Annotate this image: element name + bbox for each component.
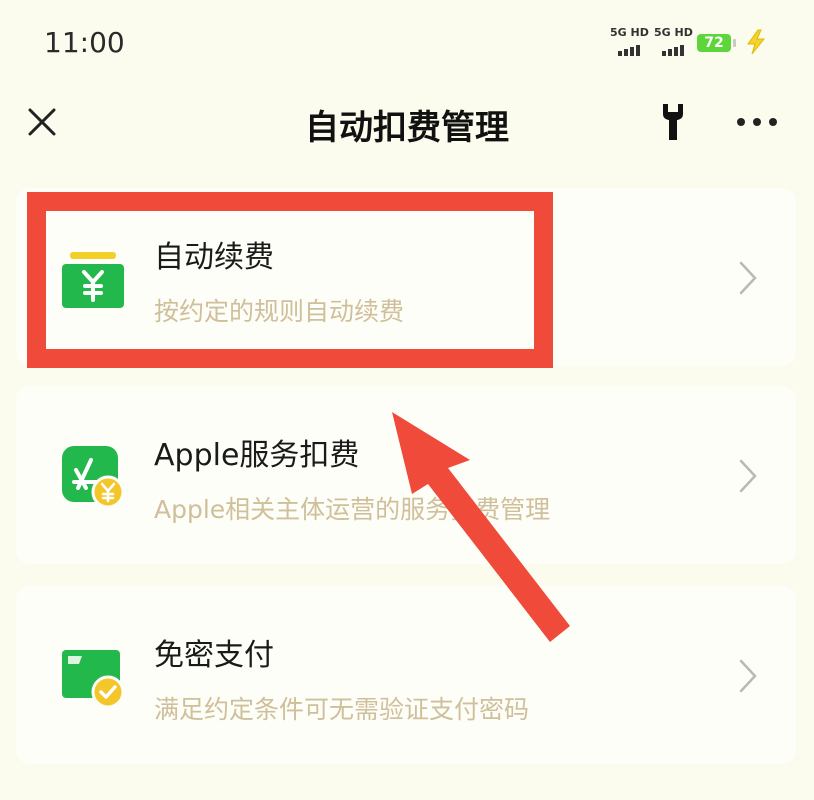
charging-bolt-icon	[747, 29, 766, 55]
signal-label-1: 5G HD	[610, 26, 649, 39]
card-check-icon	[62, 650, 125, 709]
nav-bar: 自动扣费管理	[0, 90, 814, 160]
page-title: 自动扣费管理	[305, 108, 509, 148]
battery-indicator: 72	[697, 34, 736, 52]
status-bar: 11:00 5G HD 5G HD 72	[0, 0, 814, 90]
more-icon[interactable]	[734, 106, 780, 138]
arrow-annotation-icon	[392, 412, 570, 642]
app-store-yuan-icon	[62, 446, 125, 509]
chevron-right-icon	[739, 659, 757, 693]
chevron-right-icon	[739, 459, 757, 493]
signal-bars-icon	[618, 45, 640, 56]
signal-indicator-1: 5G HD	[610, 26, 650, 58]
wrench-icon[interactable]	[656, 102, 690, 142]
item-title: 免密支付	[154, 638, 274, 673]
battery-level: 72	[704, 35, 724, 51]
signal-label-2: 5G HD	[654, 26, 693, 39]
item-title: Apple服务扣费	[154, 438, 360, 473]
status-time: 11:00	[44, 26, 125, 59]
chevron-right-icon	[739, 261, 757, 295]
highlight-box	[27, 192, 553, 368]
item-subtitle: 满足约定条件可无需验证支付密码	[154, 695, 530, 724]
signal-indicator-2: 5G HD	[654, 26, 694, 58]
signal-bars-icon	[662, 45, 684, 56]
